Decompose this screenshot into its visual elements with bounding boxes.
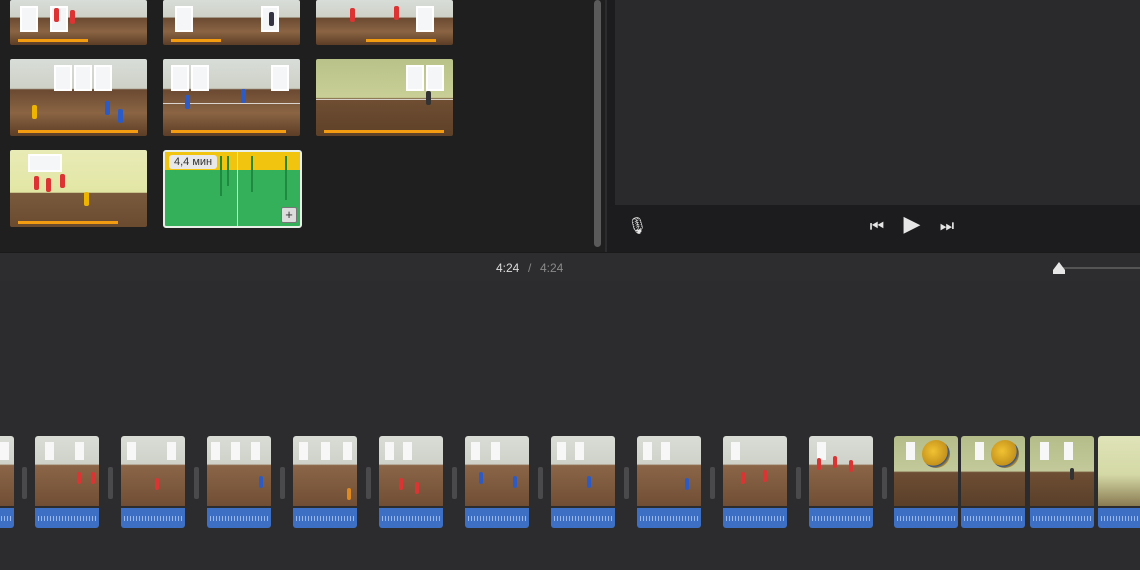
media-thumbnail[interactable]	[163, 0, 300, 45]
zoom-slider-track[interactable]	[1058, 267, 1140, 269]
transition-marker[interactable]	[22, 467, 27, 499]
skip-forward-icon[interactable]: ⏭	[939, 218, 955, 236]
transition-marker[interactable]	[452, 467, 457, 499]
skimmer-line	[237, 152, 238, 226]
media-browser: 4,4 мин +	[0, 0, 605, 252]
timeline-clip[interactable]	[551, 436, 615, 528]
current-time: 4:24	[496, 261, 520, 275]
time-separator: /	[528, 261, 532, 275]
transition-marker[interactable]	[624, 467, 629, 499]
transition-marker[interactable]	[710, 467, 715, 499]
timeline-clip[interactable]	[961, 436, 1025, 528]
timeline-clip[interactable]	[379, 436, 443, 528]
duration-badge: 4,4 мин	[169, 155, 218, 169]
timecode-bar: 4:24 / 4:24	[0, 252, 1140, 282]
transition-marker[interactable]	[882, 467, 887, 499]
timeline-clip[interactable]	[293, 436, 357, 528]
media-thumbnail[interactable]	[10, 59, 147, 136]
browser-scrollbar[interactable]	[594, 0, 601, 247]
timeline-clip[interactable]	[121, 436, 185, 528]
viewer: 🎙 ⏮ ▶ ⏭	[607, 0, 1140, 252]
transition-marker[interactable]	[538, 467, 543, 499]
timeline-clip[interactable]	[1098, 436, 1140, 528]
timeline-clip[interactable]	[894, 436, 958, 528]
viewer-screen	[615, 0, 1140, 205]
media-thumbnail[interactable]	[316, 0, 453, 45]
zoom-slider-knob-base[interactable]	[1053, 270, 1065, 274]
audio-clip[interactable]: 4,4 мин +	[163, 150, 302, 228]
skip-back-icon[interactable]: ⏮	[869, 218, 885, 236]
media-thumbnail[interactable]	[163, 59, 300, 136]
timeline-clip[interactable]	[35, 436, 99, 528]
play-icon[interactable]: ▶	[902, 213, 922, 235]
timeline-clip[interactable]	[465, 436, 529, 528]
media-thumbnail[interactable]	[10, 150, 147, 227]
timeline-clip[interactable]	[809, 436, 873, 528]
transition-marker[interactable]	[280, 467, 285, 499]
voiceover-mic-icon[interactable]: 🎙	[627, 218, 647, 238]
transition-marker[interactable]	[108, 467, 113, 499]
timeline-clip[interactable]	[637, 436, 701, 528]
transition-marker[interactable]	[194, 467, 199, 499]
media-thumbnail[interactable]	[316, 59, 453, 136]
timeline-clip[interactable]	[0, 436, 14, 528]
media-thumbnail[interactable]	[10, 0, 147, 45]
timeline-clip[interactable]	[723, 436, 787, 528]
add-to-timeline-button[interactable]: +	[281, 207, 297, 223]
transition-marker[interactable]	[366, 467, 371, 499]
zoom-slider-knob[interactable]	[1053, 262, 1065, 270]
timeline[interactable]	[0, 281, 1140, 570]
total-time: 4:24	[540, 261, 564, 275]
timeline-clip[interactable]	[1030, 436, 1094, 528]
timeline-clip[interactable]	[207, 436, 271, 528]
transition-marker[interactable]	[796, 467, 801, 499]
